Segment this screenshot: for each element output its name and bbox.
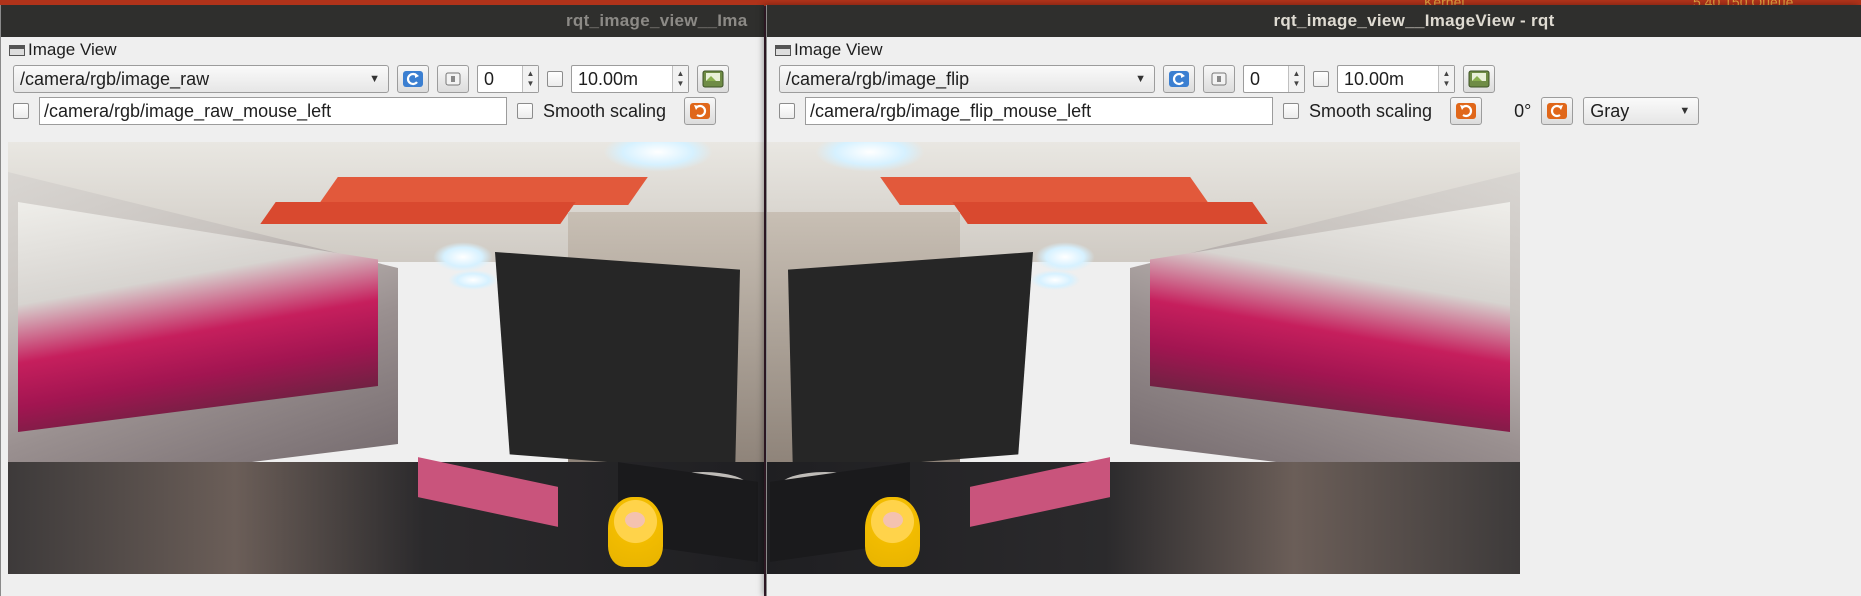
save-image-button[interactable] [697, 65, 729, 93]
topic-value: /camera/rgb/image_raw [20, 68, 210, 89]
smooth-scaling-checkbox[interactable] [517, 103, 533, 119]
publish-mouse-checkbox[interactable] [779, 103, 795, 119]
spin-arrows[interactable]: ▲ ▼ [1438, 66, 1454, 92]
image-display[interactable] [767, 142, 1520, 574]
interval-value: 10.00m [578, 68, 639, 89]
panel-title: Image View [794, 40, 883, 59]
refresh-icon [1169, 71, 1189, 87]
window-title: rqt_image_view__ImageView - rqt [1273, 11, 1555, 30]
panel-title: Image View [28, 40, 117, 59]
mouse-topic-value: /camera/rgb/image_raw_mouse_left [44, 100, 332, 121]
refresh-icon [403, 71, 423, 87]
mouse-toolbar: /camera/rgb/image_flip_mouse_left Smooth… [767, 95, 1861, 127]
interval-value: 10.00m [1344, 68, 1405, 89]
rotate-left-icon [1456, 103, 1477, 119]
frame-skip-spinbox[interactable]: 0 ▲ ▼ [477, 65, 539, 93]
frame-skip-spinbox[interactable]: 0 ▲ ▼ [1243, 65, 1305, 93]
window-title: rqt_image_view__Ima [566, 11, 748, 30]
chevron-down-icon: ▼ [1679, 105, 1691, 117]
rotate-left-button[interactable] [684, 97, 717, 125]
mouse-topic-value: /camera/rgb/image_flip_mouse_left [810, 100, 1092, 121]
mouse-toolbar: /camera/rgb/image_raw_mouse_left Smooth … [1, 95, 764, 127]
image-view-window-raw[interactable]: rqt_image_view__Ima Image View /camera/r… [0, 5, 764, 596]
spin-arrows[interactable]: ▲ ▼ [1288, 66, 1304, 92]
rotation-label: 0° [1514, 100, 1532, 121]
camera-image-raw [8, 142, 764, 574]
max-range-spinbox[interactable]: 10.00m ▲ ▼ [571, 65, 689, 93]
color-scheme-value: Gray [1590, 100, 1630, 121]
topic-dropdown[interactable]: /camera/rgb/image_raw ▼ [13, 65, 389, 93]
mouse-topic-field[interactable]: /camera/rgb/image_flip_mouse_left [805, 97, 1273, 125]
refresh-topics-button[interactable] [397, 65, 429, 93]
topic-value: /camera/rgb/image_flip [786, 68, 970, 89]
topic-dropdown[interactable]: /camera/rgb/image_flip ▼ [779, 65, 1155, 93]
color-scheme-dropdown[interactable]: Gray ▼ [1583, 97, 1700, 125]
smooth-scaling-label: Smooth scaling [543, 100, 667, 121]
spin-value: 0 [484, 68, 495, 89]
save-image-button[interactable] [1463, 65, 1495, 93]
camera-image-flip [767, 142, 1520, 574]
chevron-down-icon: ▼ [1135, 73, 1146, 85]
rotate-left-button[interactable] [1450, 97, 1483, 125]
spin-value: 0 [1250, 68, 1261, 89]
rotate-right-button[interactable] [1541, 97, 1574, 125]
max-range-spinbox[interactable]: 10.00m ▲ ▼ [1337, 65, 1455, 93]
rotate-left-icon [690, 103, 711, 119]
save-image-icon [1468, 70, 1490, 88]
dynamic-range-checkbox[interactable] [547, 71, 563, 87]
spin-arrows[interactable]: ▲ ▼ [672, 66, 688, 92]
pause-icon [445, 72, 461, 86]
rotate-right-icon [1547, 103, 1568, 119]
save-image-icon [702, 70, 724, 88]
image-display[interactable] [8, 142, 764, 574]
smooth-scaling-checkbox[interactable] [1283, 103, 1299, 119]
publish-mouse-checkbox[interactable] [13, 103, 29, 119]
image-view-window-flip[interactable]: rqt_image_view__ImageView - rqt Image Vi… [766, 5, 1861, 596]
toolbar: /camera/rgb/image_flip ▼ 0 ▲ ▼ 10.00m ▲ ▼ [767, 63, 1861, 95]
panel-header: Image View [1, 37, 764, 63]
dock-icon[interactable] [9, 44, 25, 56]
dynamic-range-checkbox[interactable] [1313, 71, 1329, 87]
dock-icon[interactable] [775, 44, 791, 56]
zoom-1-button[interactable] [1203, 65, 1235, 93]
panel-header: Image View [767, 37, 1861, 63]
smooth-scaling-label: Smooth scaling [1309, 100, 1433, 121]
toolbar: /camera/rgb/image_raw ▼ 0 ▲ ▼ 10.00m ▲ ▼ [1, 63, 764, 95]
window-titlebar[interactable]: rqt_image_view__ImageView - rqt [767, 5, 1861, 37]
spin-arrows[interactable]: ▲ ▼ [522, 66, 538, 92]
pause-icon [1211, 72, 1227, 86]
chevron-down-icon: ▼ [369, 73, 380, 85]
zoom-1-button[interactable] [437, 65, 469, 93]
mouse-topic-field[interactable]: /camera/rgb/image_raw_mouse_left [39, 97, 507, 125]
refresh-topics-button[interactable] [1163, 65, 1195, 93]
window-titlebar[interactable]: rqt_image_view__Ima [1, 5, 764, 37]
